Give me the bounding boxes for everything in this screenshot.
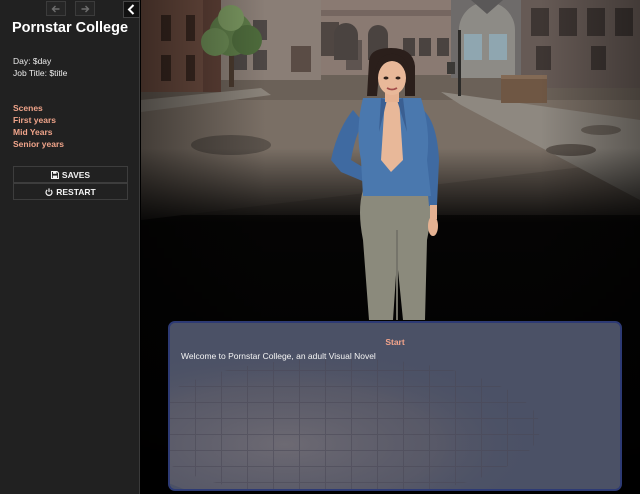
saves-label: SAVES xyxy=(61,169,91,180)
passage-title: Start xyxy=(385,337,405,347)
arrow-right-icon xyxy=(81,5,90,12)
menu-link-senior-years[interactable]: Senior years xyxy=(13,139,64,149)
menu-link-first-years[interactable]: First years xyxy=(13,115,56,125)
restart-button[interactable]: RESTART xyxy=(13,183,128,200)
passage-text: Welcome to Pornstar College, an adult Vi… xyxy=(181,351,376,361)
saves-button[interactable]: SAVES xyxy=(13,166,128,183)
sidebar: Pornstar College Day: $day Job Title: $t… xyxy=(0,0,140,494)
restart-label: RESTART xyxy=(56,186,96,197)
dialog-background-texture xyxy=(170,323,620,489)
menu-link-mid-years[interactable]: Mid Years xyxy=(13,127,53,137)
story-title: Pornstar College xyxy=(11,20,129,36)
floppy-disk-icon xyxy=(50,170,59,179)
dialog-box: Start Welcome to Pornstar College, an ad… xyxy=(168,321,622,491)
menu-link-scenes[interactable]: Scenes xyxy=(13,103,43,113)
arrow-left-icon xyxy=(51,5,60,12)
history-forward-button[interactable] xyxy=(75,1,95,16)
day-info: Day: $day xyxy=(13,56,52,66)
history-back-button[interactable] xyxy=(46,1,66,16)
chevron-left-icon xyxy=(127,4,135,15)
job-title-info: Job Title: $title xyxy=(13,68,68,78)
power-icon xyxy=(45,187,53,196)
sidebar-toggle-button[interactable] xyxy=(123,1,140,18)
